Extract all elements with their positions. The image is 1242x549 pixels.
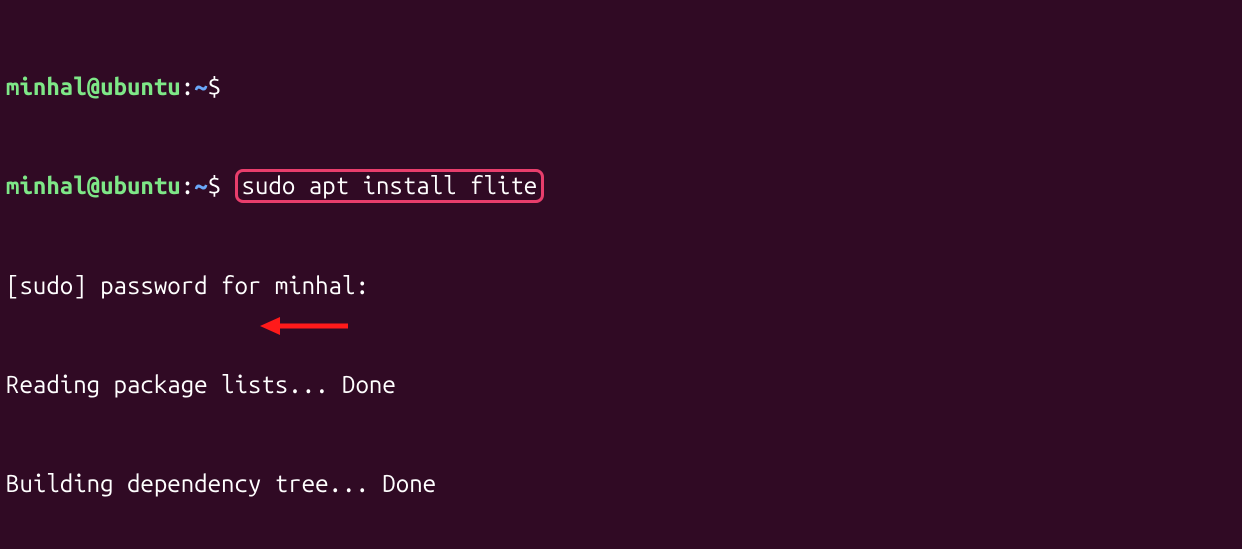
prompt-path: ~ [194,172,207,199]
prompt-dollar: $ [208,73,221,100]
output-line: [sudo] password for minhal: [6,269,1236,302]
prompt-path: ~ [194,73,207,100]
highlighted-command: sudo apt install flite [235,169,545,203]
terminal[interactable]: minhal@ubuntu:~$ minhal@ubuntu:~$ sudo a… [0,0,1242,549]
prompt-line-1: minhal@ubuntu:~$ [6,70,1236,103]
prompt-sep: : [181,172,194,199]
prompt-user: minhal@ubuntu [6,172,181,199]
output-line: Reading package lists... Done [6,368,1236,401]
prompt-dollar: $ [208,172,221,199]
prompt-sep: : [181,73,194,100]
output-line: Building dependency tree... Done [6,467,1236,500]
prompt-user: minhal@ubuntu [6,73,181,100]
prompt-line-2: minhal@ubuntu:~$ sudo apt install flite [6,169,1236,203]
annotation-arrow-icon [260,314,348,338]
